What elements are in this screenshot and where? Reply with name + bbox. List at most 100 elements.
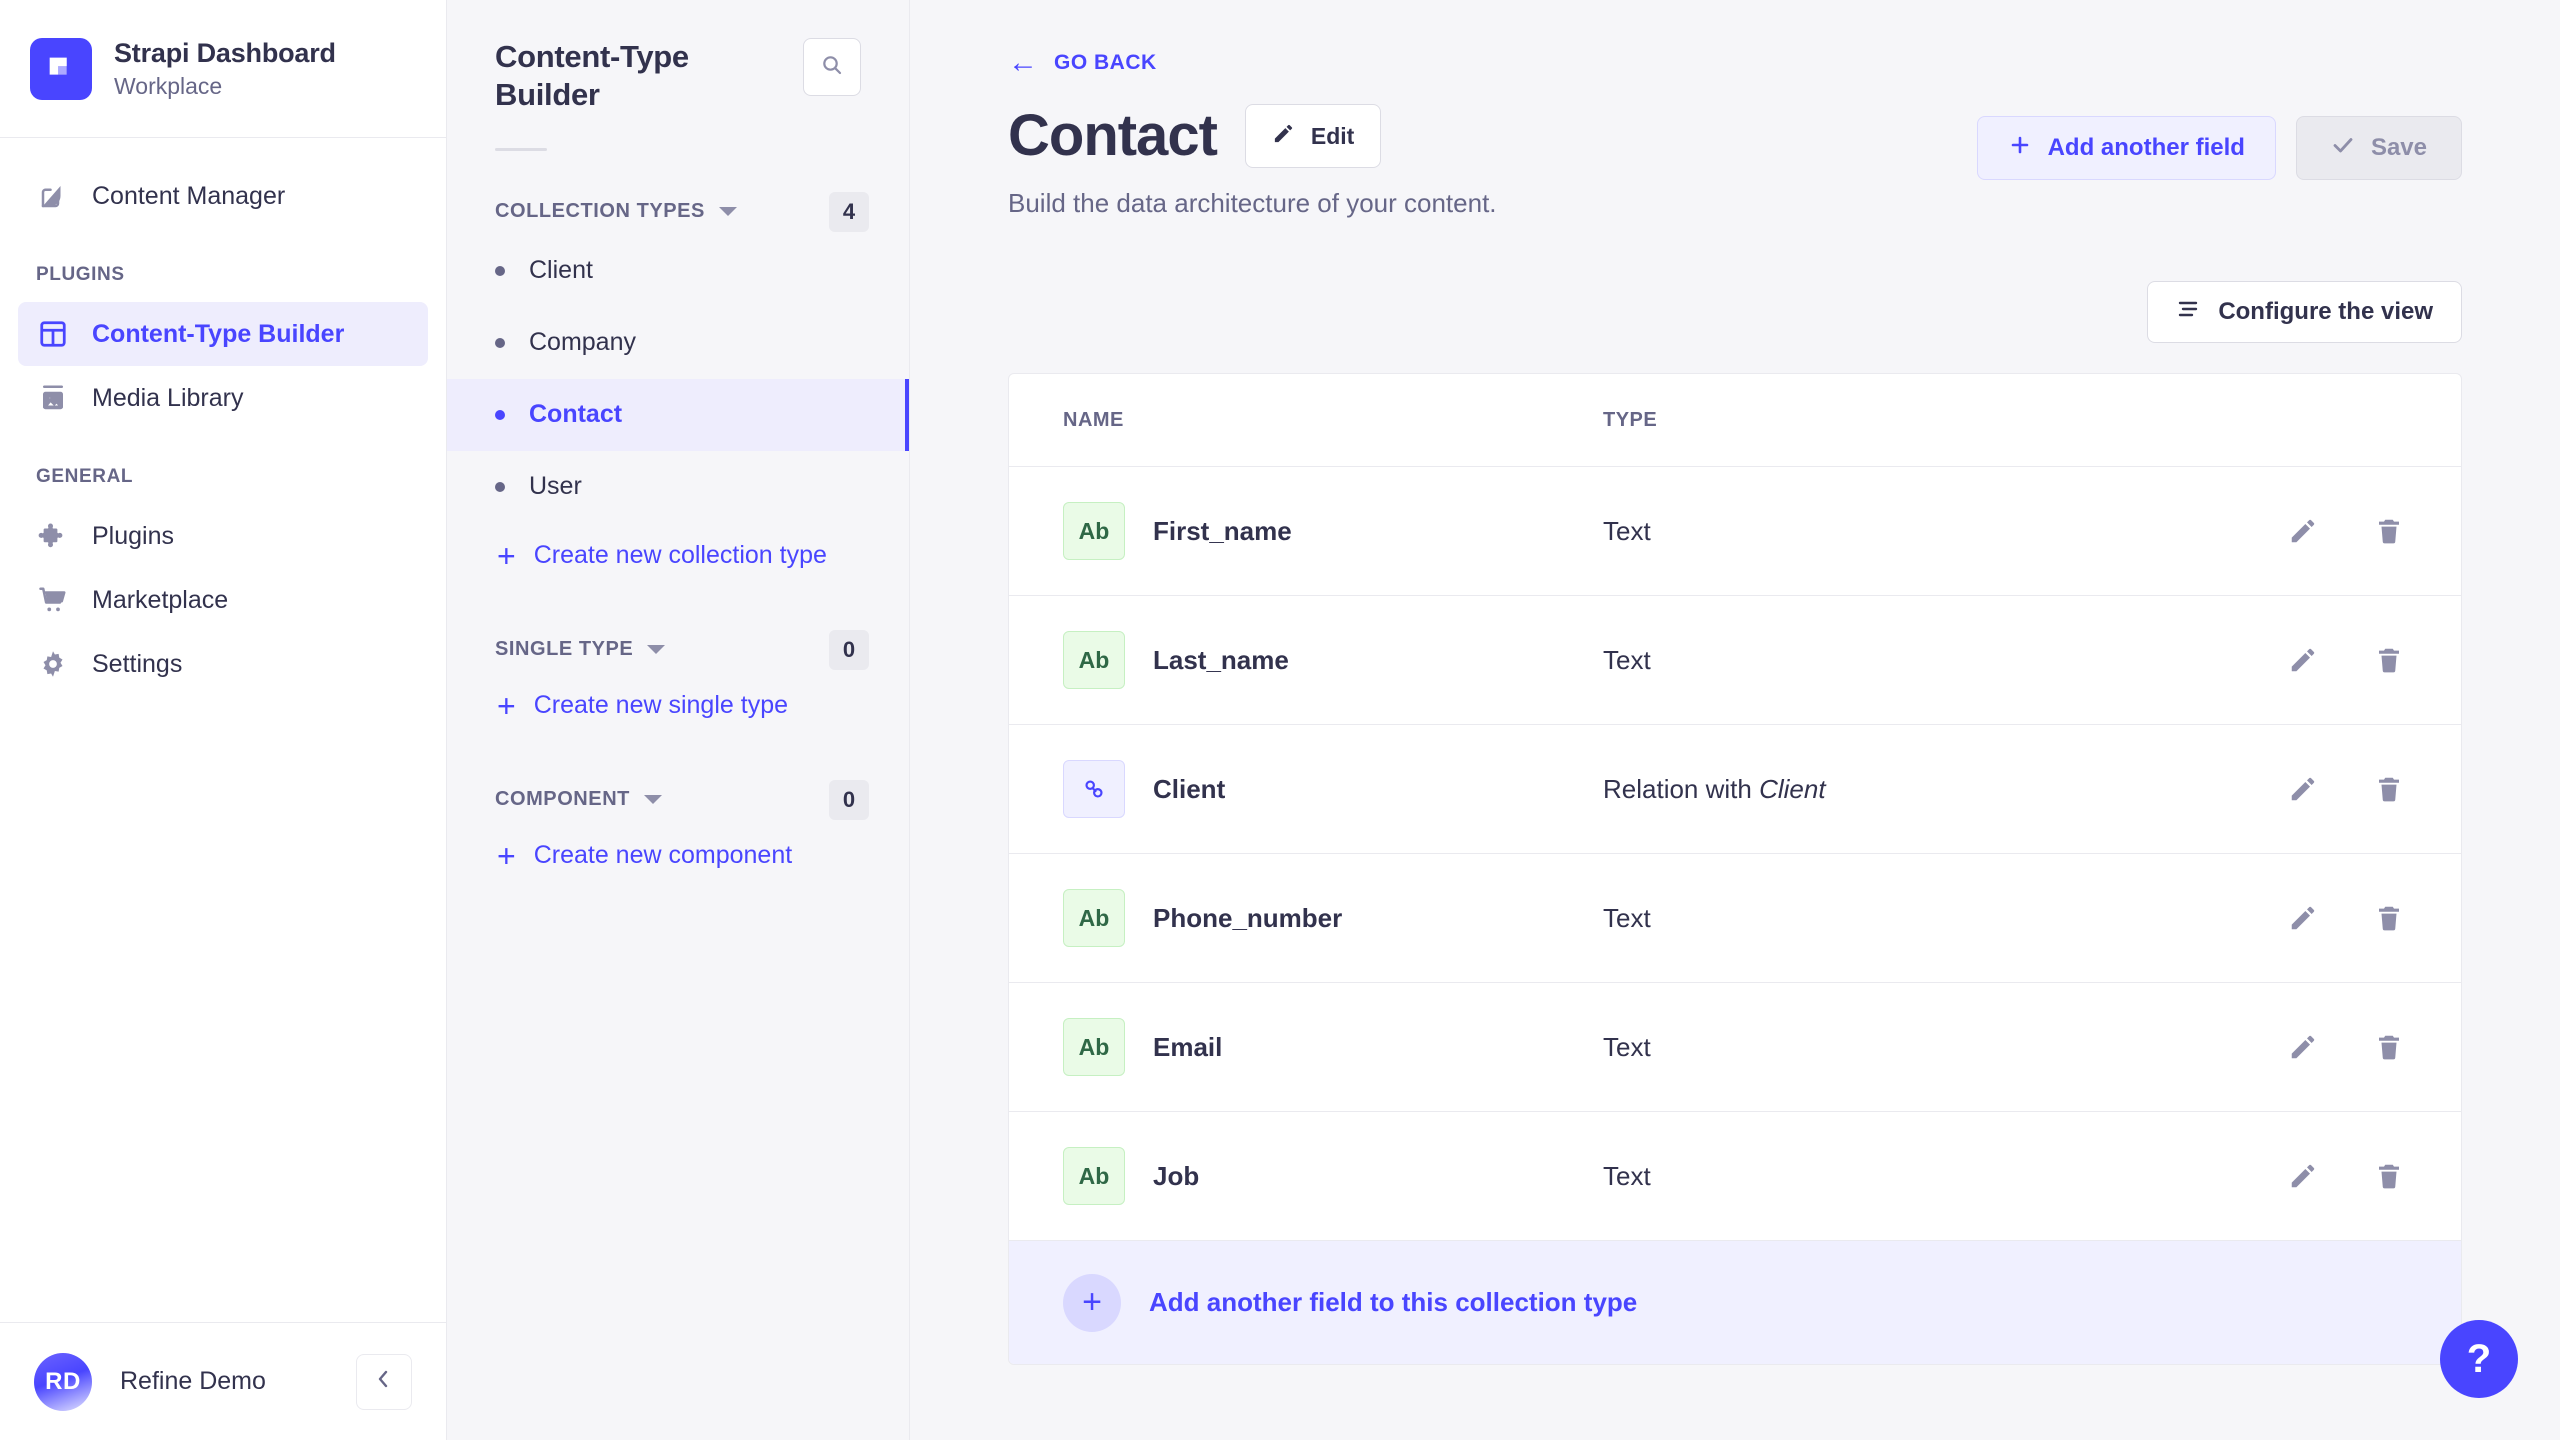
- sidebar-section-plugins: PLUGINS: [0, 264, 446, 286]
- collection-type-label: User: [529, 472, 582, 501]
- field-type-prefix: Relation with: [1603, 774, 1759, 804]
- collection-type-label: Company: [529, 328, 636, 357]
- field-type: Text: [1603, 1161, 2217, 1192]
- sidebar-item-settings[interactable]: Settings: [18, 632, 428, 696]
- column-header-name: NAME: [1063, 409, 1603, 432]
- puzzle-piece-icon: [36, 519, 70, 553]
- bullet-icon: [495, 410, 505, 420]
- collection-type-item-client[interactable]: Client: [447, 235, 909, 307]
- ctb-search-button[interactable]: [803, 38, 861, 96]
- table-row[interactable]: Ab Last_name Text: [1009, 595, 2461, 724]
- sidebar-item-content-type-builder[interactable]: Content-Type Builder: [18, 302, 428, 366]
- sidebar-collapse-button[interactable]: [356, 1354, 412, 1410]
- sidebar-item-marketplace[interactable]: Marketplace: [18, 568, 428, 632]
- group-title: COLLECTION TYPES: [495, 200, 705, 223]
- chevron-down-icon: [647, 645, 665, 654]
- field-name: Last_name: [1153, 645, 1289, 676]
- save-button-label: Save: [2371, 134, 2427, 162]
- brand-header[interactable]: Strapi Dashboard Workplace: [0, 0, 446, 138]
- field-type-chip-relation-icon: [1063, 760, 1125, 818]
- add-field-bar-label: Add another field to this collection typ…: [1149, 1287, 1637, 1318]
- strapi-logo-icon: [30, 38, 92, 100]
- field-type: Text: [1603, 903, 2217, 934]
- ctb-title: Content-Type Builder: [495, 38, 789, 114]
- avatar[interactable]: RD: [34, 1353, 92, 1411]
- ctb-divider: [495, 148, 547, 151]
- table-row[interactable]: Ab Job Text: [1009, 1111, 2461, 1240]
- sidebar-item-label: Content-Type Builder: [92, 320, 344, 349]
- group-title: COMPONENT: [495, 788, 630, 811]
- row-edit-button[interactable]: [2285, 513, 2321, 549]
- pencil-icon: [1272, 122, 1295, 151]
- field-type-chip-text-icon: Ab: [1063, 631, 1125, 689]
- collection-type-label: Contact: [529, 400, 622, 429]
- sidebar-item-media-library[interactable]: Media Library: [18, 366, 428, 430]
- field-type-chip-text-icon: Ab: [1063, 502, 1125, 560]
- content-type-builder-panel: Content-Type Builder COLLECTION TYPES 4 …: [447, 0, 910, 1440]
- arrow-left-icon: ←: [1008, 48, 1038, 78]
- main-sidebar: Strapi Dashboard Workplace Content Manag…: [0, 0, 447, 1440]
- field-type-target: Client: [1759, 774, 1825, 804]
- row-delete-button[interactable]: [2371, 771, 2407, 807]
- user-name: Refine Demo: [120, 1367, 328, 1396]
- row-delete-button[interactable]: [2371, 642, 2407, 678]
- row-delete-button[interactable]: [2371, 1158, 2407, 1194]
- sidebar-item-content-manager[interactable]: Content Manager: [18, 164, 428, 228]
- go-back-link[interactable]: ← GO BACK: [1008, 48, 2462, 78]
- collection-type-item-company[interactable]: Company: [447, 307, 909, 379]
- table-header-row: NAME TYPE: [1009, 374, 2461, 466]
- help-button[interactable]: ?: [2440, 1320, 2518, 1398]
- field-type: Text: [1603, 516, 2217, 547]
- group-count-badge: 4: [829, 192, 869, 232]
- row-delete-button[interactable]: [2371, 1029, 2407, 1065]
- add-another-field-to-collection-type-button[interactable]: + Add another field to this collection t…: [1009, 1240, 2461, 1364]
- edit-button[interactable]: Edit: [1245, 104, 1381, 168]
- collection-type-item-user[interactable]: User: [447, 451, 909, 523]
- row-delete-button[interactable]: [2371, 900, 2407, 936]
- configure-the-view-button[interactable]: Configure the view: [2147, 281, 2462, 343]
- sidebar-item-label: Media Library: [92, 384, 243, 413]
- save-button[interactable]: Save: [2296, 116, 2462, 180]
- row-edit-button[interactable]: [2285, 900, 2321, 936]
- row-edit-button[interactable]: [2285, 1158, 2321, 1194]
- sidebar-item-plugins[interactable]: Plugins: [18, 504, 428, 568]
- column-header-type: TYPE: [1603, 409, 2217, 432]
- group-count-badge: 0: [829, 630, 869, 670]
- row-edit-button[interactable]: [2285, 642, 2321, 678]
- row-edit-button[interactable]: [2285, 771, 2321, 807]
- row-edit-button[interactable]: [2285, 1029, 2321, 1065]
- page-title: Contact: [1008, 104, 1217, 168]
- table-row[interactable]: Ab First_name Text: [1009, 466, 2461, 595]
- bullet-icon: [495, 266, 505, 276]
- sidebar-item-label: Settings: [92, 650, 182, 679]
- shopping-cart-icon: [36, 583, 70, 617]
- field-type-chip-text-icon: Ab: [1063, 889, 1125, 947]
- sidebar-section-general: GENERAL: [0, 466, 446, 488]
- row-delete-button[interactable]: [2371, 513, 2407, 549]
- main-content: ← GO BACK Contact Edit: [910, 0, 2560, 1440]
- add-another-field-button[interactable]: Add another field: [1977, 116, 2276, 180]
- edit-button-label: Edit: [1311, 123, 1354, 150]
- group-header-collection-types[interactable]: COLLECTION TYPES 4: [447, 189, 909, 235]
- group-header-component[interactable]: COMPONENT 0: [447, 777, 909, 823]
- sidebar-footer: RD Refine Demo: [0, 1322, 446, 1440]
- create-new-component-link[interactable]: + Create new component: [447, 823, 909, 889]
- plus-icon: +: [497, 690, 516, 722]
- collection-type-item-contact[interactable]: Contact: [447, 379, 909, 451]
- table-row[interactable]: Ab Phone_number Text: [1009, 853, 2461, 982]
- create-new-single-type-link[interactable]: + Create new single type: [447, 673, 909, 739]
- field-type: Text: [1603, 1032, 2217, 1063]
- field-name: First_name: [1153, 516, 1292, 547]
- plus-icon: +: [1063, 1274, 1121, 1332]
- create-new-collection-type-link[interactable]: + Create new collection type: [447, 523, 909, 589]
- sliders-icon: [2176, 297, 2200, 328]
- table-row[interactable]: Client Relation with Client: [1009, 724, 2461, 853]
- create-link-label: Create new single type: [534, 691, 788, 720]
- group-header-single-type[interactable]: SINGLE TYPE 0: [447, 627, 909, 673]
- sidebar-item-label: Marketplace: [92, 586, 228, 615]
- create-link-label: Create new collection type: [534, 541, 827, 570]
- bullet-icon: [495, 338, 505, 348]
- fields-table-card: NAME TYPE Ab First_name Text: [1008, 373, 2462, 1365]
- feather-pen-icon: [36, 179, 70, 213]
- table-row[interactable]: Ab Email Text: [1009, 982, 2461, 1111]
